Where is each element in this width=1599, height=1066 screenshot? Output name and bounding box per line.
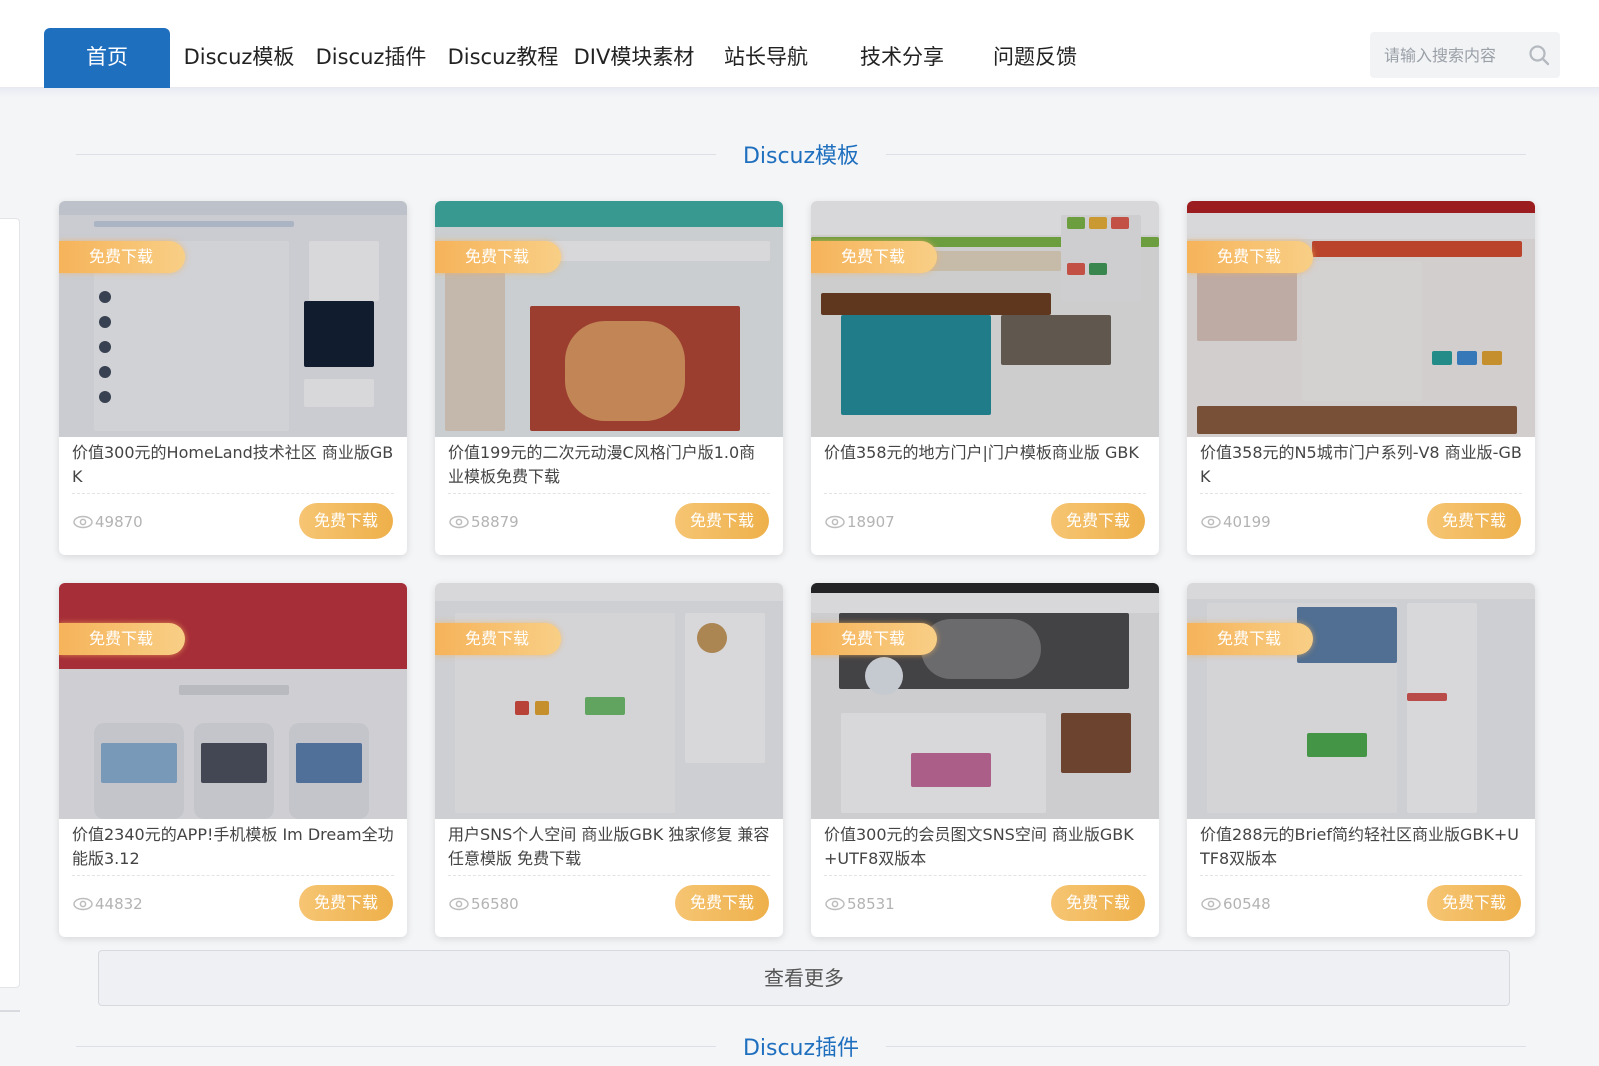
card-thumbnail[interactable]	[435, 583, 783, 819]
search-input[interactable]	[1382, 32, 1522, 78]
nav-item-feedback[interactable]: 问题反馈	[968, 28, 1102, 88]
eye-icon	[825, 515, 845, 529]
free-download-ribbon: 免费下载	[1187, 623, 1313, 655]
download-button[interactable]: 免费下载	[675, 503, 769, 539]
view-count-value: 49870	[95, 513, 143, 531]
section-title-plugins: Discuz插件	[76, 1026, 1526, 1066]
view-count: 44832	[73, 893, 143, 915]
view-count: 56580	[449, 893, 519, 915]
card-title[interactable]: 价值199元的二次元动漫C风格门户版1.0商业模板免费下载	[448, 441, 770, 491]
eye-icon	[73, 515, 93, 529]
title-divider-left	[76, 154, 716, 155]
download-button[interactable]: 免费下载	[1427, 503, 1521, 539]
template-card[interactable]: 免费下载 价值2340元的APP!手机模板 Im Dream全功能版3.12 4…	[59, 583, 407, 937]
side-panel-edge	[0, 218, 20, 988]
view-count-value: 58531	[847, 895, 895, 913]
card-thumbnail[interactable]	[811, 583, 1159, 819]
view-count: 18907	[825, 511, 895, 533]
card-thumbnail[interactable]	[1187, 201, 1535, 437]
card-divider	[72, 493, 394, 494]
view-count-value: 44832	[95, 895, 143, 913]
card-thumbnail[interactable]	[435, 201, 783, 437]
card-divider	[824, 875, 1146, 876]
card-divider	[448, 493, 770, 494]
eye-icon	[73, 897, 93, 911]
nav-item-discuz-templates[interactable]: Discuz模板	[170, 28, 308, 88]
side-panel-edge-line	[0, 1010, 20, 1012]
card-title[interactable]: 价值2340元的APP!手机模板 Im Dream全功能版3.12	[72, 823, 394, 873]
eye-icon	[449, 515, 469, 529]
free-download-ribbon: 免费下载	[435, 241, 561, 273]
free-download-ribbon: 免费下载	[435, 623, 561, 655]
template-card[interactable]: 免费下载 价值288元的Brief简约轻社区商业版GBK+UTF8双版本 605…	[1187, 583, 1535, 937]
view-count: 40199	[1201, 511, 1271, 533]
template-card[interactable]: 免费下载 价值300元的会员图文SNS空间 商业版GBK+UTF8双版本 585…	[811, 583, 1159, 937]
template-card[interactable]: 免费下载 价值199元的二次元动漫C风格门户版1.0商业模板免费下载 58879…	[435, 201, 783, 555]
download-button[interactable]: 免费下载	[1051, 885, 1145, 921]
download-button[interactable]: 免费下载	[299, 885, 393, 921]
nav-item-home[interactable]: 首页	[44, 28, 170, 88]
view-count: 58879	[449, 511, 519, 533]
eye-icon	[825, 897, 845, 911]
card-title[interactable]: 价值288元的Brief简约轻社区商业版GBK+UTF8双版本	[1200, 823, 1522, 873]
view-count-value: 58879	[471, 513, 519, 531]
nav-item-tech-share[interactable]: 技术分享	[836, 28, 968, 88]
free-download-ribbon: 免费下载	[1187, 241, 1313, 273]
site-header: 首页 Discuz模板 Discuz插件 Discuz教程 DIV模块素材 站长…	[0, 0, 1599, 88]
title-divider-left	[76, 1046, 716, 1047]
eye-icon	[1201, 897, 1221, 911]
title-divider-right	[886, 154, 1526, 155]
card-thumbnail[interactable]	[59, 583, 407, 819]
template-card[interactable]: 免费下载 价值300元的HomeLand技术社区 商业版GBK 49870 免费…	[59, 201, 407, 555]
nav-item-discuz-plugins[interactable]: Discuz插件	[308, 28, 434, 88]
download-button[interactable]: 免费下载	[675, 885, 769, 921]
card-divider	[824, 493, 1146, 494]
main-nav: 首页 Discuz模板 Discuz插件 Discuz教程 DIV模块素材 站长…	[44, 28, 1102, 88]
free-download-ribbon: 免费下载	[811, 241, 937, 273]
nav-item-div-modules[interactable]: DIV模块素材	[572, 28, 696, 88]
search-box	[1370, 32, 1560, 78]
card-divider	[72, 875, 394, 876]
view-count-value: 40199	[1223, 513, 1271, 531]
free-download-ribbon: 免费下载	[59, 623, 185, 655]
template-card[interactable]: 免费下载 用户SNS个人空间 商业版GBK 独家修复 兼容任意模版 免费下载 5…	[435, 583, 783, 937]
section-title-text[interactable]: Discuz插件	[716, 1030, 886, 1062]
view-count: 49870	[73, 511, 143, 533]
search-icon[interactable]	[1528, 44, 1550, 66]
free-download-ribbon: 免费下载	[59, 241, 185, 273]
section-title-templates: Discuz模板	[76, 134, 1526, 174]
card-divider	[448, 875, 770, 876]
card-title[interactable]: 用户SNS个人空间 商业版GBK 独家修复 兼容任意模版 免费下载	[448, 823, 770, 873]
view-count-value: 18907	[847, 513, 895, 531]
download-button[interactable]: 免费下载	[299, 503, 393, 539]
download-button[interactable]: 免费下载	[1051, 503, 1145, 539]
card-thumbnail[interactable]	[59, 201, 407, 437]
card-divider	[1200, 875, 1522, 876]
template-card[interactable]: 免费下载 价值358元的N5城市门户系列-V8 商业版-GBK 40199 免费…	[1187, 201, 1535, 555]
nav-item-discuz-tutorials[interactable]: Discuz教程	[434, 28, 572, 88]
nav-item-webmaster-nav[interactable]: 站长导航	[696, 28, 836, 88]
eye-icon	[449, 897, 469, 911]
view-count-value: 56580	[471, 895, 519, 913]
header-shadow	[0, 88, 1599, 98]
card-title[interactable]: 价值358元的N5城市门户系列-V8 商业版-GBK	[1200, 441, 1522, 491]
eye-icon	[1201, 515, 1221, 529]
card-title[interactable]: 价值300元的会员图文SNS空间 商业版GBK+UTF8双版本	[824, 823, 1146, 873]
title-divider-right	[886, 1046, 1526, 1047]
view-count: 60548	[1201, 893, 1271, 915]
view-count: 58531	[825, 893, 895, 915]
template-card[interactable]: 免费下载 价值358元的地方门户|门户模板商业版 GBK 18907 免费下载	[811, 201, 1159, 555]
download-button[interactable]: 免费下载	[1427, 885, 1521, 921]
view-count-value: 60548	[1223, 895, 1271, 913]
card-thumbnail[interactable]	[811, 201, 1159, 437]
card-title[interactable]: 价值300元的HomeLand技术社区 商业版GBK	[72, 441, 394, 491]
free-download-ribbon: 免费下载	[811, 623, 937, 655]
card-title[interactable]: 价值358元的地方门户|门户模板商业版 GBK	[824, 441, 1146, 491]
card-thumbnail[interactable]	[1187, 583, 1535, 819]
section-title-text[interactable]: Discuz模板	[716, 138, 886, 170]
card-divider	[1200, 493, 1522, 494]
view-more-button[interactable]: 查看更多	[98, 950, 1510, 1006]
